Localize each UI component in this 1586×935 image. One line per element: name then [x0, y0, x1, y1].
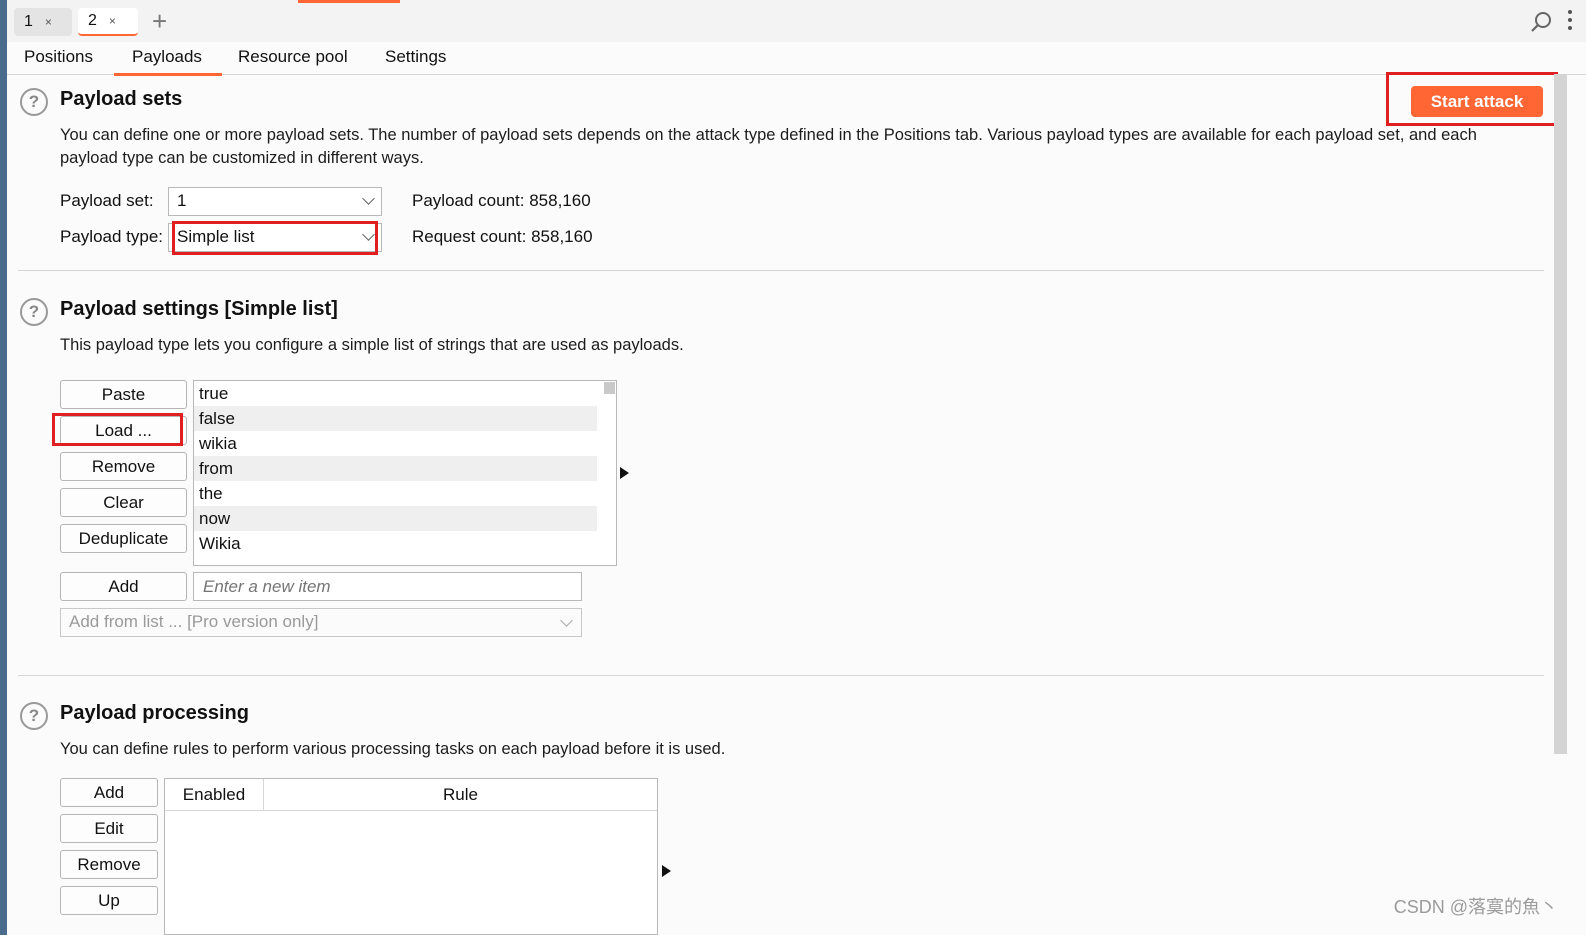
list-item[interactable]: wikia [194, 431, 597, 456]
list-item[interactable]: Wikia [194, 531, 597, 556]
list-scrollbar[interactable] [604, 382, 615, 394]
request-tab-1[interactable]: 1 × [14, 8, 72, 36]
close-icon[interactable]: × [45, 15, 52, 29]
tab-resource-pool[interactable]: Resource pool [238, 47, 348, 67]
remove-rule-button[interactable]: Remove [60, 850, 158, 879]
move-up-button[interactable]: Up [60, 886, 158, 915]
tab-settings[interactable]: Settings [385, 47, 446, 67]
desktop-edge [0, 0, 7, 935]
column-header-rule[interactable]: Rule [264, 779, 657, 811]
payload-settings-description: This payload type lets you configure a s… [60, 336, 684, 354]
payload-count-value: 858,160 [529, 191, 591, 210]
request-tab-2[interactable]: 2 × [78, 8, 138, 36]
list-item[interactable]: the [194, 481, 597, 506]
request-count: Request count: 858,160 [412, 227, 593, 247]
deduplicate-button[interactable]: Deduplicate [60, 524, 187, 553]
payload-type-highlight [172, 221, 378, 255]
payload-list[interactable]: true false wikia from the now Wikia [193, 380, 617, 566]
expand-arrow-icon[interactable] [620, 467, 629, 479]
payload-settings-title: Payload settings [Simple list] [60, 298, 338, 320]
new-item-input[interactable] [193, 572, 582, 601]
list-item[interactable]: now [194, 506, 597, 531]
add-rule-button[interactable]: Add [60, 778, 158, 807]
help-icon[interactable]: ? [20, 702, 48, 730]
add-from-list-label: Add from list ... [Pro version only] [69, 612, 319, 631]
payload-count: Payload count: 858,160 [412, 191, 591, 211]
column-header-enabled[interactable]: Enabled [165, 779, 264, 811]
request-tab-bar [7, 0, 1586, 43]
payload-processing-title: Payload processing [60, 702, 249, 724]
payload-count-label: Payload count: [412, 191, 525, 210]
tab-positions[interactable]: Positions [24, 47, 93, 67]
request-count-label: Request count: [412, 227, 527, 246]
expand-arrow-icon[interactable] [662, 865, 671, 877]
list-item[interactable]: false [194, 406, 597, 431]
request-tab-label: 2 [88, 12, 97, 29]
clear-button[interactable]: Clear [60, 488, 187, 517]
payload-set-select[interactable]: 1 [168, 187, 382, 216]
load-highlight [52, 413, 183, 446]
paste-button[interactable]: Paste [60, 380, 187, 409]
tab-payloads[interactable]: Payloads [114, 47, 222, 76]
add-item-button[interactable]: Add [60, 572, 187, 601]
section-divider [18, 270, 1544, 271]
help-icon[interactable]: ? [20, 298, 48, 326]
payload-type-label: Payload type: [60, 227, 164, 246]
description-line: payload type can be customized in differ… [60, 149, 424, 167]
chevron-down-icon [362, 192, 375, 205]
sub-tab-bar: Positions Payloads Resource pool Setting… [7, 42, 1586, 76]
edit-rule-button[interactable]: Edit [60, 814, 158, 843]
section-divider [18, 675, 1544, 676]
remove-button[interactable]: Remove [60, 452, 187, 481]
chevron-down-icon [560, 614, 573, 627]
request-count-value: 858,160 [531, 227, 593, 246]
add-from-list-select: Add from list ... [Pro version only] [60, 608, 582, 637]
close-icon[interactable]: × [109, 14, 116, 28]
payload-set-label: Payload set: [60, 191, 154, 210]
payload-processing-description: You can define rules to perform various … [60, 740, 726, 758]
payload-sets-description: You can define one or more payload sets.… [60, 124, 1540, 170]
description-line: You can define one or more payload sets.… [60, 126, 1477, 144]
search-icon[interactable] [1530, 11, 1552, 38]
list-item[interactable]: from [194, 456, 597, 481]
processing-rules-table[interactable]: Enabled Rule [164, 778, 658, 935]
payload-set-value: 1 [177, 191, 187, 210]
request-tab-label: 1 [24, 13, 33, 30]
start-attack-button[interactable]: Start attack [1411, 86, 1543, 117]
help-icon[interactable]: ? [20, 88, 48, 116]
more-options-icon[interactable] [1568, 10, 1574, 34]
watermark-text: CSDN @落寞的魚丶 [1393, 897, 1558, 917]
tab-accent-line [298, 0, 400, 3]
new-tab-button[interactable]: + [152, 6, 167, 37]
list-item[interactable]: true [194, 381, 597, 406]
payload-sets-title: Payload sets [60, 88, 183, 110]
page-scrollbar[interactable] [1554, 74, 1567, 754]
